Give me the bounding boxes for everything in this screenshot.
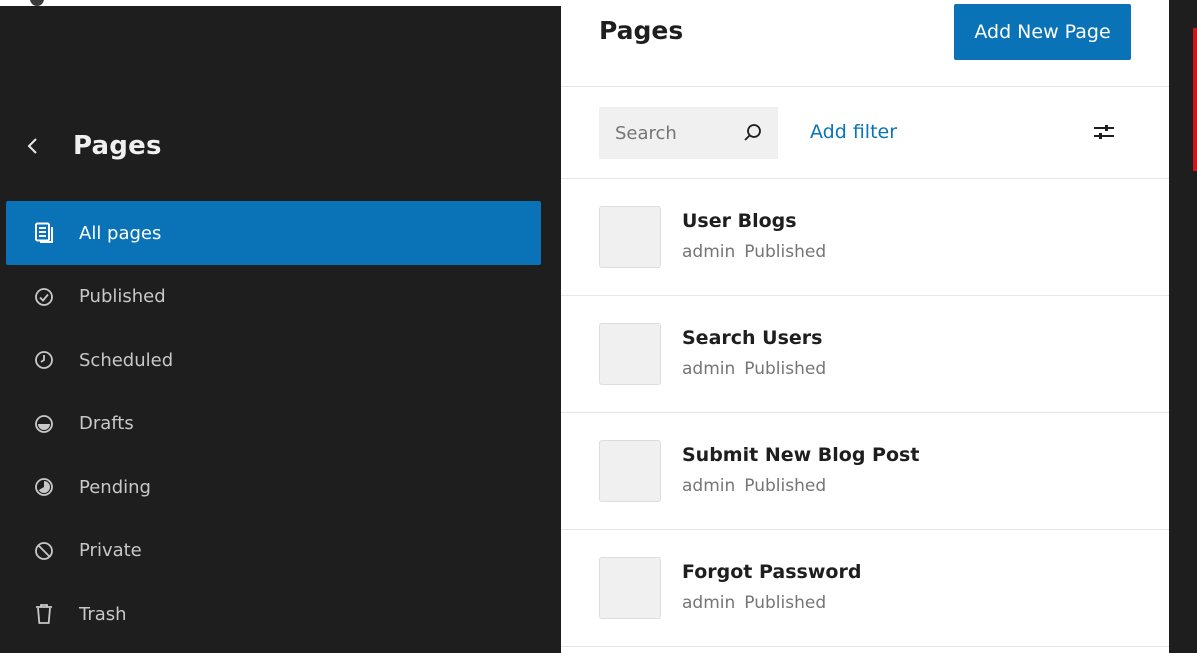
right-edge-accent [1193, 28, 1197, 171]
page-status: Published [744, 242, 827, 262]
trash-icon [33, 603, 55, 625]
sidebar-item-private[interactable]: Private [6, 519, 541, 583]
sidebar-item-published[interactable]: Published [6, 265, 541, 329]
search-input[interactable] [613, 121, 742, 145]
sidebar-item-label: Pending [79, 476, 151, 498]
sidebar-header: Pages [22, 124, 162, 168]
page-author: admin [682, 359, 736, 379]
sidebar-top-edge [0, 0, 561, 6]
page-title: Pages [599, 16, 684, 45]
sidebar-item-label: All pages [79, 222, 162, 244]
add-filter-link[interactable]: Add filter [810, 121, 897, 143]
pages-list: User Blogs admin Published Search Users a… [561, 179, 1169, 647]
page-meta: admin Published [682, 476, 826, 496]
page-meta: admin Published [682, 593, 826, 613]
sidebar: Pages All pages Published Scheduled Draf… [0, 0, 561, 653]
list-item[interactable]: User Blogs admin Published [561, 179, 1169, 296]
sidebar-nav: All pages Published Scheduled Drafts Pen… [6, 201, 541, 646]
sidebar-item-scheduled[interactable]: Scheduled [6, 329, 541, 393]
sidebar-item-label: Drafts [79, 413, 134, 435]
search-icon[interactable] [742, 122, 764, 144]
pages-icon [33, 222, 55, 244]
sidebar-item-all-pages[interactable]: All pages [6, 201, 541, 265]
private-icon [33, 540, 55, 562]
published-icon [33, 286, 55, 308]
add-new-page-button[interactable]: Add New Page [954, 4, 1131, 60]
page-title-link[interactable]: Search Users [682, 327, 822, 349]
page-title-link[interactable]: Forgot Password [682, 561, 861, 583]
page-meta: admin Published [682, 359, 826, 379]
page-status: Published [744, 593, 827, 613]
page-author: admin [682, 242, 736, 262]
sidebar-item-pending[interactable]: Pending [6, 456, 541, 520]
list-item[interactable]: Forgot Password admin Published [561, 530, 1169, 647]
page-status: Published [744, 359, 827, 379]
drafts-icon [33, 413, 55, 435]
sidebar-item-label: Published [79, 286, 166, 308]
sidebar-item-label: Scheduled [79, 349, 174, 371]
sidebar-item-drafts[interactable]: Drafts [6, 392, 541, 456]
page-thumbnail[interactable] [599, 206, 661, 268]
page-title-link[interactable]: Submit New Blog Post [682, 444, 919, 466]
main-panel: Pages Add New Page Add filter User Blogs… [561, 0, 1169, 653]
sidebar-title: Pages [73, 131, 162, 161]
page-thumbnail[interactable] [599, 323, 661, 385]
list-item[interactable]: Submit New Blog Post admin Published [561, 413, 1169, 530]
right-edge-panel [1169, 0, 1197, 653]
sidebar-item-trash[interactable]: Trash [6, 583, 541, 647]
list-item[interactable]: Search Users admin Published [561, 296, 1169, 413]
sidebar-item-label: Trash [79, 603, 127, 625]
page-status: Published [744, 476, 827, 496]
chevron-left-icon[interactable] [22, 135, 44, 157]
page-meta: admin Published [682, 242, 826, 262]
scheduled-icon [33, 349, 55, 371]
page-title-link[interactable]: User Blogs [682, 210, 797, 232]
toolbar: Add filter [561, 87, 1169, 179]
page-thumbnail[interactable] [599, 557, 661, 619]
page-author: admin [682, 476, 736, 496]
search-box[interactable] [599, 107, 778, 159]
page-thumbnail[interactable] [599, 440, 661, 502]
page-author: admin [682, 593, 736, 613]
main-header: Pages Add New Page [561, 0, 1169, 87]
sidebar-item-label: Private [79, 540, 142, 562]
sliders-icon[interactable] [1092, 120, 1116, 144]
pending-icon [33, 476, 55, 498]
